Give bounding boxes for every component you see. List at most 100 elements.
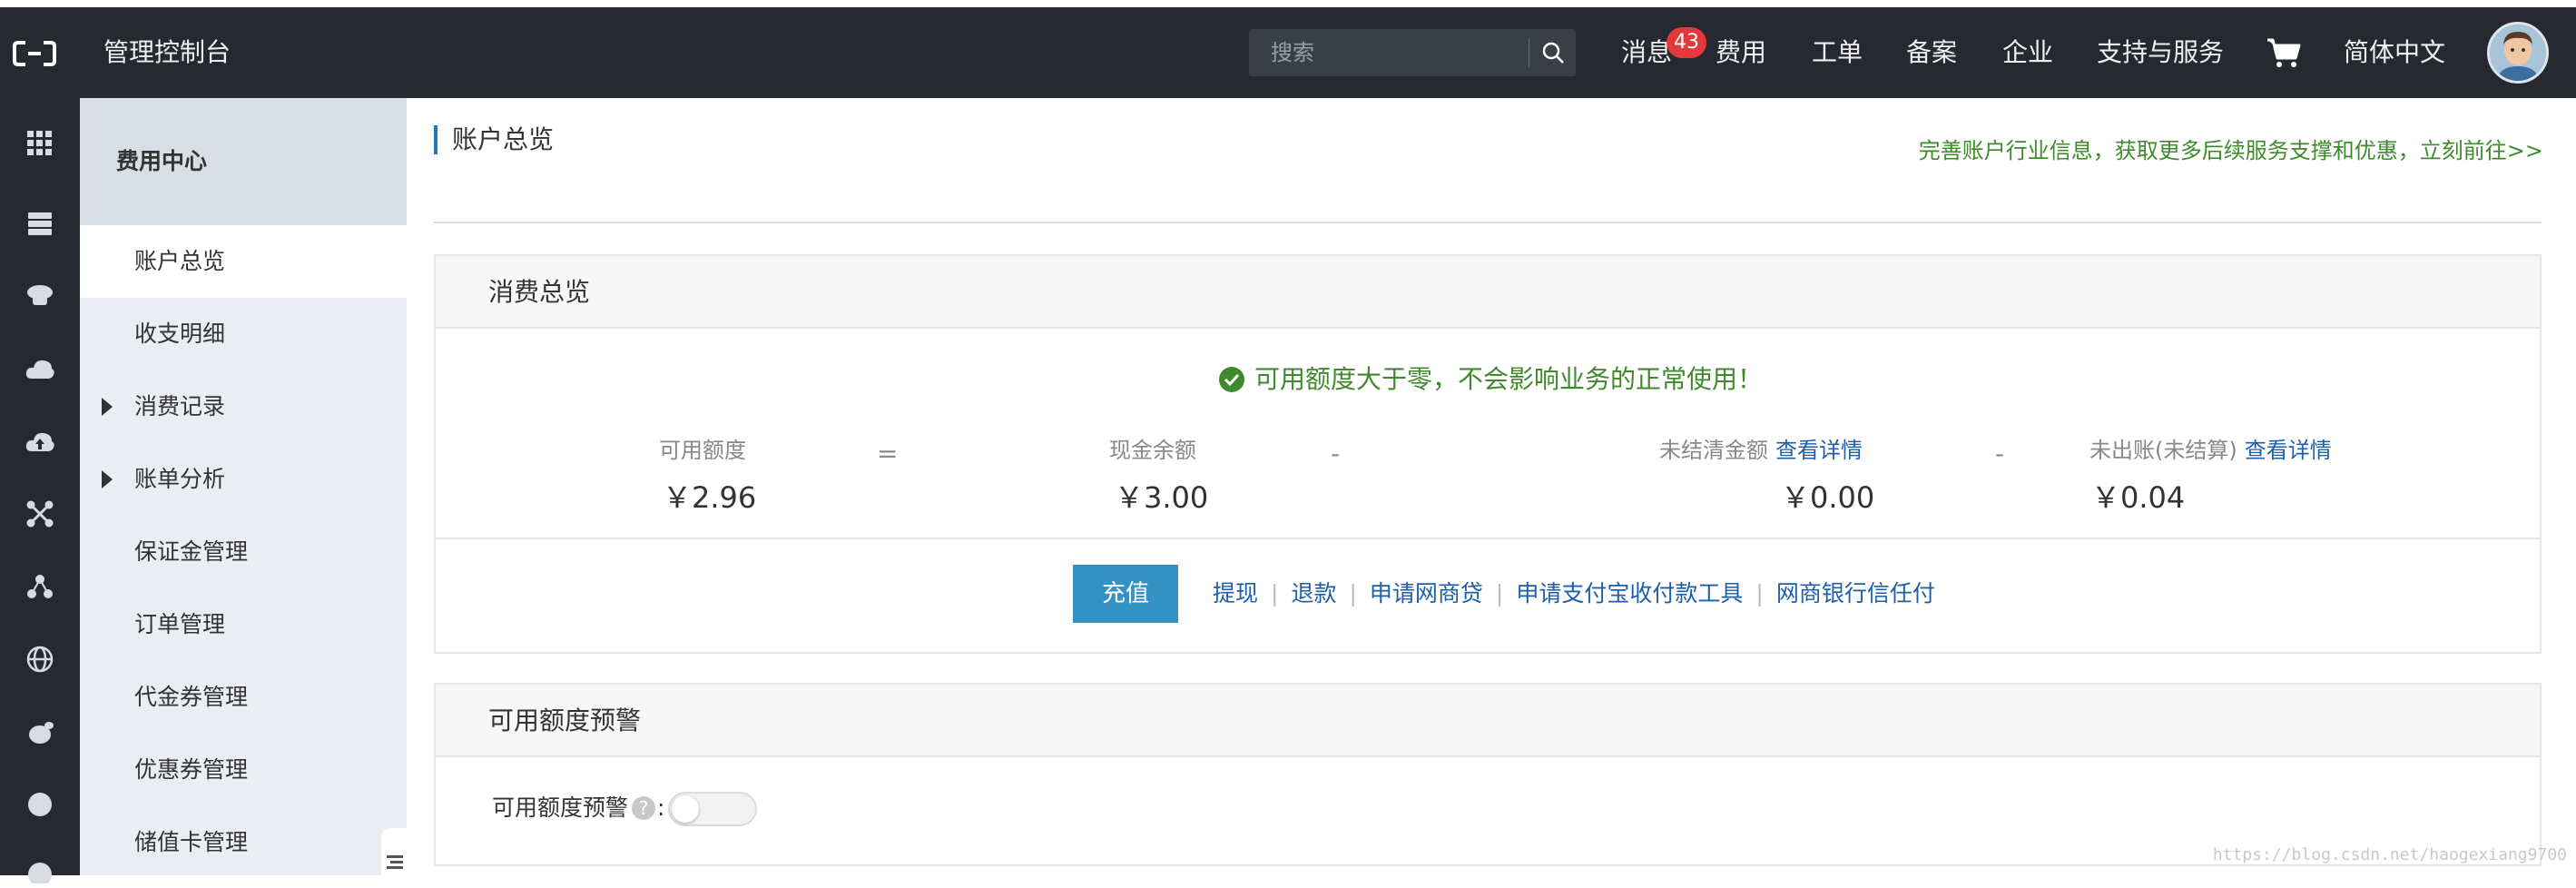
unsettled-amount-label: 未结清金额: [1659, 438, 1768, 463]
page-title: 账户总览: [452, 120, 554, 160]
check-circle-icon: [1218, 366, 1245, 393]
minus-operator: -: [1995, 436, 2004, 472]
sidebar-item-stored-value-cards[interactable]: 储值卡管理: [80, 806, 407, 879]
message-count-badge: 43: [1667, 27, 1706, 58]
apply-mybank-loan-link[interactable]: 申请网商贷: [1370, 580, 1483, 607]
top-strip: [0, 0, 2576, 7]
circle-icon-partial[interactable]: [18, 852, 62, 888]
link-separator: |: [1496, 580, 1503, 607]
circle-icon[interactable]: [18, 786, 62, 823]
search-box: [1249, 29, 1576, 76]
sidebar-collapse-handle[interactable]: [381, 828, 407, 875]
complete-industry-info-link[interactable]: 完善账户行业信息，获取更多后续服务支撑和优惠，立刻前往>>: [1919, 134, 2543, 167]
cloud-storage-icon[interactable]: [18, 350, 62, 387]
panel-row-divider: [436, 538, 2540, 539]
network-icon[interactable]: [18, 496, 62, 532]
panel-header: 可用额度预警: [436, 685, 2540, 757]
sidebar-title: 费用中心: [116, 143, 207, 180]
unsettled-amount-block: 未结清金额查看详情: [1659, 434, 1863, 467]
help-icon[interactable]: ?: [632, 796, 655, 820]
search-icon: [1541, 41, 1565, 64]
toggle-knob: [672, 795, 699, 823]
sidebar-item-label: 优惠券管理: [134, 752, 248, 788]
sidebar-item-label: 代金券管理: [134, 679, 248, 715]
nav-billing[interactable]: 费用: [1716, 35, 1766, 71]
panel-title: 消费总览: [488, 274, 590, 311]
user-portrait-icon: [2490, 25, 2546, 81]
nav-support[interactable]: 支持与服务: [2097, 35, 2224, 71]
credit-alert-panel: 可用额度预警 可用额度预警?:: [434, 683, 2542, 866]
apply-alipay-payment-tool-link[interactable]: 申请支付宝收付款工具: [1516, 580, 1743, 607]
sidebar-item-consumption-records[interactable]: 消费记录: [80, 370, 407, 443]
search-button[interactable]: [1530, 29, 1576, 76]
server-icon[interactable]: [18, 205, 62, 242]
sidebar-item-label: 收支明细: [134, 316, 225, 352]
minus-operator: -: [1331, 436, 1340, 472]
mybank-trust-pay-link[interactable]: 网商银行信任付: [1776, 580, 1935, 607]
cloud-db-icon[interactable]: [18, 278, 62, 314]
credit-alert-label: 可用额度预警: [492, 790, 628, 826]
sidebar-header: 费用中心: [80, 98, 407, 225]
cash-balance-label: 现金余额: [1109, 434, 1196, 467]
sidebar-item-account-overview[interactable]: 账户总览: [80, 225, 407, 298]
nav-tickets[interactable]: 工单: [1812, 35, 1863, 71]
app-title[interactable]: 管理控制台: [103, 35, 231, 71]
aliyun-logo-icon[interactable]: [13, 40, 56, 67]
search-input[interactable]: [1249, 29, 1529, 76]
cloud-upload-icon[interactable]: [18, 423, 62, 459]
link-separator: |: [1271, 580, 1278, 607]
caret-right-icon: [102, 398, 113, 416]
sidebar-item-label: 消费记录: [134, 389, 225, 425]
nav-messages[interactable]: 消息: [1621, 35, 1672, 71]
link-separator: |: [1755, 580, 1763, 607]
sidebar-item-coupons[interactable]: 优惠券管理: [80, 734, 407, 806]
withdraw-link[interactable]: 提现: [1213, 580, 1258, 607]
sidebar-item-label: 账单分析: [134, 461, 225, 498]
available-credit-value: ￥2.96: [663, 478, 756, 518]
product-icon-rail: [0, 98, 80, 875]
unsettled-amount-value: ￥0.00: [1781, 478, 1874, 518]
sidebar-item-transactions[interactable]: 收支明细: [80, 298, 407, 370]
sidebar-item-label: 订单管理: [134, 607, 225, 643]
panel-title: 可用额度预警: [488, 703, 641, 739]
watermark: https://blog.csdn.net/haogexiang9700: [2213, 845, 2567, 864]
sidebar-item-label: 账户总览: [134, 243, 225, 280]
refund-link[interactable]: 退款: [1291, 580, 1336, 607]
sidebar-item-vouchers[interactable]: 代金券管理: [80, 661, 407, 734]
sidebar-item-label: 保证金管理: [134, 534, 248, 570]
security-icon[interactable]: [18, 714, 62, 750]
nav-icp-filing[interactable]: 备案: [1906, 35, 1957, 71]
label-colon: :: [657, 790, 664, 826]
nav-enterprise[interactable]: 企业: [2002, 35, 2053, 71]
title-divider: [434, 222, 2542, 223]
cash-balance-value: ￥3.00: [1115, 478, 1208, 518]
user-avatar[interactable]: [2487, 22, 2549, 84]
available-credit-label: 可用额度: [659, 434, 746, 467]
billing-sidebar: 费用中心 账户总览 收支明细 消费记录 账单分析 保证金管理 订单管理 代金券管…: [80, 98, 407, 875]
collapse-menu-icon: [381, 828, 407, 875]
unbilled-amount-label: 未出账(未结算): [2089, 438, 2237, 463]
globe-icon[interactable]: [18, 641, 62, 677]
unsettled-view-details-link[interactable]: 查看详情: [1775, 438, 1863, 463]
panel-header: 消费总览: [436, 256, 2540, 329]
cart-icon[interactable]: [2266, 36, 2302, 69]
cluster-icon[interactable]: [18, 568, 62, 605]
unbilled-amount-value: ￥0.04: [2091, 478, 2185, 518]
sidebar-item-deposit[interactable]: 保证金管理: [80, 516, 407, 588]
consumption-overview-panel: 消费总览 可用额度大于零，不会影响业务的正常使用！ 可用额度 ￥2.96 = 现…: [434, 254, 2542, 654]
page-title-accent: [434, 125, 438, 154]
sidebar-item-label: 储值卡管理: [134, 824, 248, 861]
unbilled-amount-block: 未出账(未结算) 查看详情: [2089, 434, 2332, 467]
unbilled-view-details-link[interactable]: 查看详情: [2245, 438, 2332, 463]
nav-language[interactable]: 简体中文: [2344, 35, 2445, 71]
apps-grid-icon[interactable]: [18, 125, 62, 162]
credit-alert-toggle[interactable]: [668, 792, 757, 826]
top-navigation-bar: 管理控制台 消息 43 费用 工单 备案 企业 支持与服务 简体中文: [0, 7, 2576, 98]
balance-status-message: 可用额度大于零，不会影响业务的正常使用！: [1218, 361, 1763, 398]
caret-right-icon: [102, 470, 113, 488]
account-action-links: 提现|退款|申请网商贷|申请支付宝收付款工具|网商银行信任付: [1213, 576, 1935, 612]
sidebar-item-orders[interactable]: 订单管理: [80, 588, 407, 661]
status-text: 可用额度大于零，不会影响业务的正常使用！: [1254, 361, 1763, 398]
sidebar-item-bill-analysis[interactable]: 账单分析: [80, 443, 407, 516]
recharge-button[interactable]: 充值: [1073, 565, 1178, 623]
